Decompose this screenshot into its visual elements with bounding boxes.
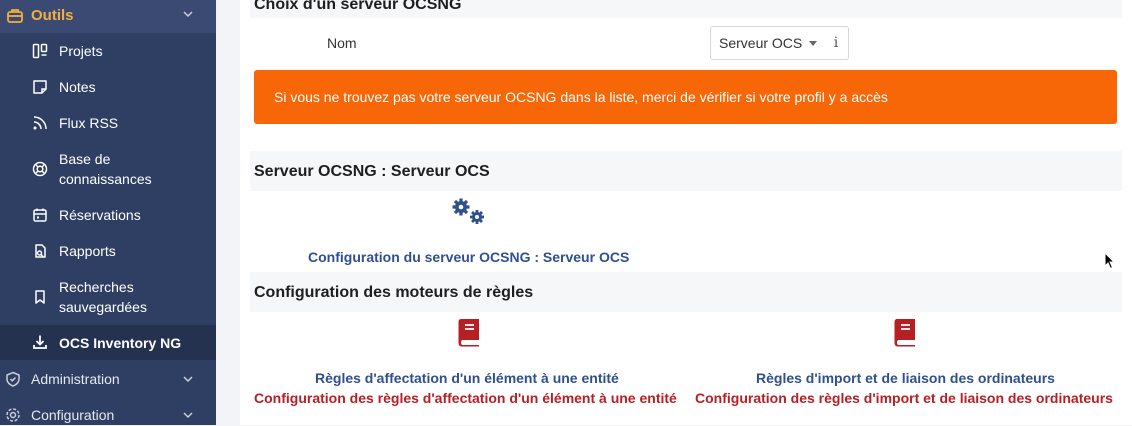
sidebar-item-rapports[interactable]: Rapports (0, 240, 216, 262)
cogs-icon[interactable] (450, 197, 488, 227)
sidebar-section-configuration[interactable]: Configuration (0, 404, 216, 426)
caret-down-icon (809, 41, 817, 46)
sidebar-item-flux-rss[interactable]: Flux RSS (0, 112, 216, 134)
alert-text: Si vous ne trouvez pas votre serveur OCS… (274, 89, 888, 105)
sidebar-item-projets[interactable]: Projets (0, 40, 216, 62)
projects-icon (32, 43, 48, 59)
rss-icon (33, 116, 47, 130)
calendar-icon (33, 208, 47, 222)
main-panel (240, 0, 1132, 425)
rule-assignment-config-link[interactable]: Configuration des règles d'affectation d… (254, 390, 677, 406)
toolbox-icon (7, 9, 23, 23)
server-section-header: Serveur OCSNG : Serveur OCS (250, 151, 1122, 191)
sidebar-section-outils[interactable]: Outils (0, 0, 216, 33)
sidebar-item-notes[interactable]: Notes (0, 76, 216, 98)
rule-import-link[interactable]: Règles d'import et de liaison des ordina… (756, 370, 1055, 386)
sidebar-item-label-line1: Recherches (59, 279, 134, 295)
sidebar-item-reservations[interactable]: Réservations (0, 204, 216, 226)
section-title: Choix d'un serveur OCSNG (254, 0, 462, 13)
warning-alert: Si vous ne trouvez pas votre serveur OCS… (254, 70, 1117, 124)
server-config-link[interactable]: Configuration du serveur OCSNG : Serveur… (308, 249, 629, 265)
sidebar-item-label: Rapports (59, 243, 116, 259)
chevron-down-icon (183, 412, 193, 419)
bookmark-icon (35, 290, 45, 304)
rule-import-config-link[interactable]: Configuration des règles d'import et de … (695, 390, 1113, 406)
download-icon (33, 335, 47, 349)
sidebar: Outils Projets Notes Flux RSS Base de co… (0, 0, 216, 425)
book-icon[interactable] (893, 318, 918, 347)
sidebar-section-label: Configuration (31, 407, 115, 423)
shield-icon (6, 371, 20, 387)
sidebar-item-label: Projets (59, 43, 103, 59)
gear-icon (6, 408, 20, 422)
sidebar-item-label: Flux RSS (59, 115, 119, 131)
rules-section-header: Configuration des moteurs de règles (250, 272, 1122, 312)
sidebar-item-recherches-sauvegardees[interactable]: Recherches sauvegardées (0, 276, 216, 318)
sidebar-section-label: Outils (31, 7, 74, 24)
section-title: Serveur OCSNG : Serveur OCS (254, 163, 490, 180)
section-title: Configuration des moteurs de règles (254, 284, 534, 301)
mouse-cursor-icon (1104, 252, 1116, 270)
sidebar-section-label: Administration (31, 371, 120, 387)
sidebar-item-label-line1: Base de (59, 151, 111, 167)
lifebuoy-icon (32, 161, 48, 177)
sidebar-item-label: OCS Inventory NG (59, 335, 182, 351)
info-button[interactable]: i (824, 26, 849, 60)
sidebar-item-label: Réservations (59, 207, 141, 223)
notes-icon (33, 80, 47, 94)
sidebar-item-base-de-connaissances[interactable]: Base de connaissances (0, 148, 216, 190)
sidebar-item-label-line2: sauvegardées (59, 299, 147, 315)
server-select-value: Serveur OCS (719, 35, 803, 51)
report-icon (35, 244, 46, 258)
sidebar-item-ocs-inventory-ng[interactable]: OCS Inventory NG (0, 325, 216, 360)
ocsng-server-choice-header: Choix d'un serveur OCSNG (250, 0, 1122, 18)
chevron-down-icon (183, 376, 193, 383)
nom-label: Nom (327, 35, 357, 51)
sidebar-item-label-line2: connaissances (59, 171, 152, 187)
sidebar-item-label: Notes (59, 79, 96, 95)
chevron-down-icon (183, 11, 193, 18)
sidebar-section-administration[interactable]: Administration (0, 368, 216, 390)
server-select[interactable]: Serveur OCS (710, 26, 825, 60)
rule-assignment-link[interactable]: Règles d'affectation d'un élément à une … (315, 370, 619, 386)
book-icon[interactable] (457, 318, 482, 347)
